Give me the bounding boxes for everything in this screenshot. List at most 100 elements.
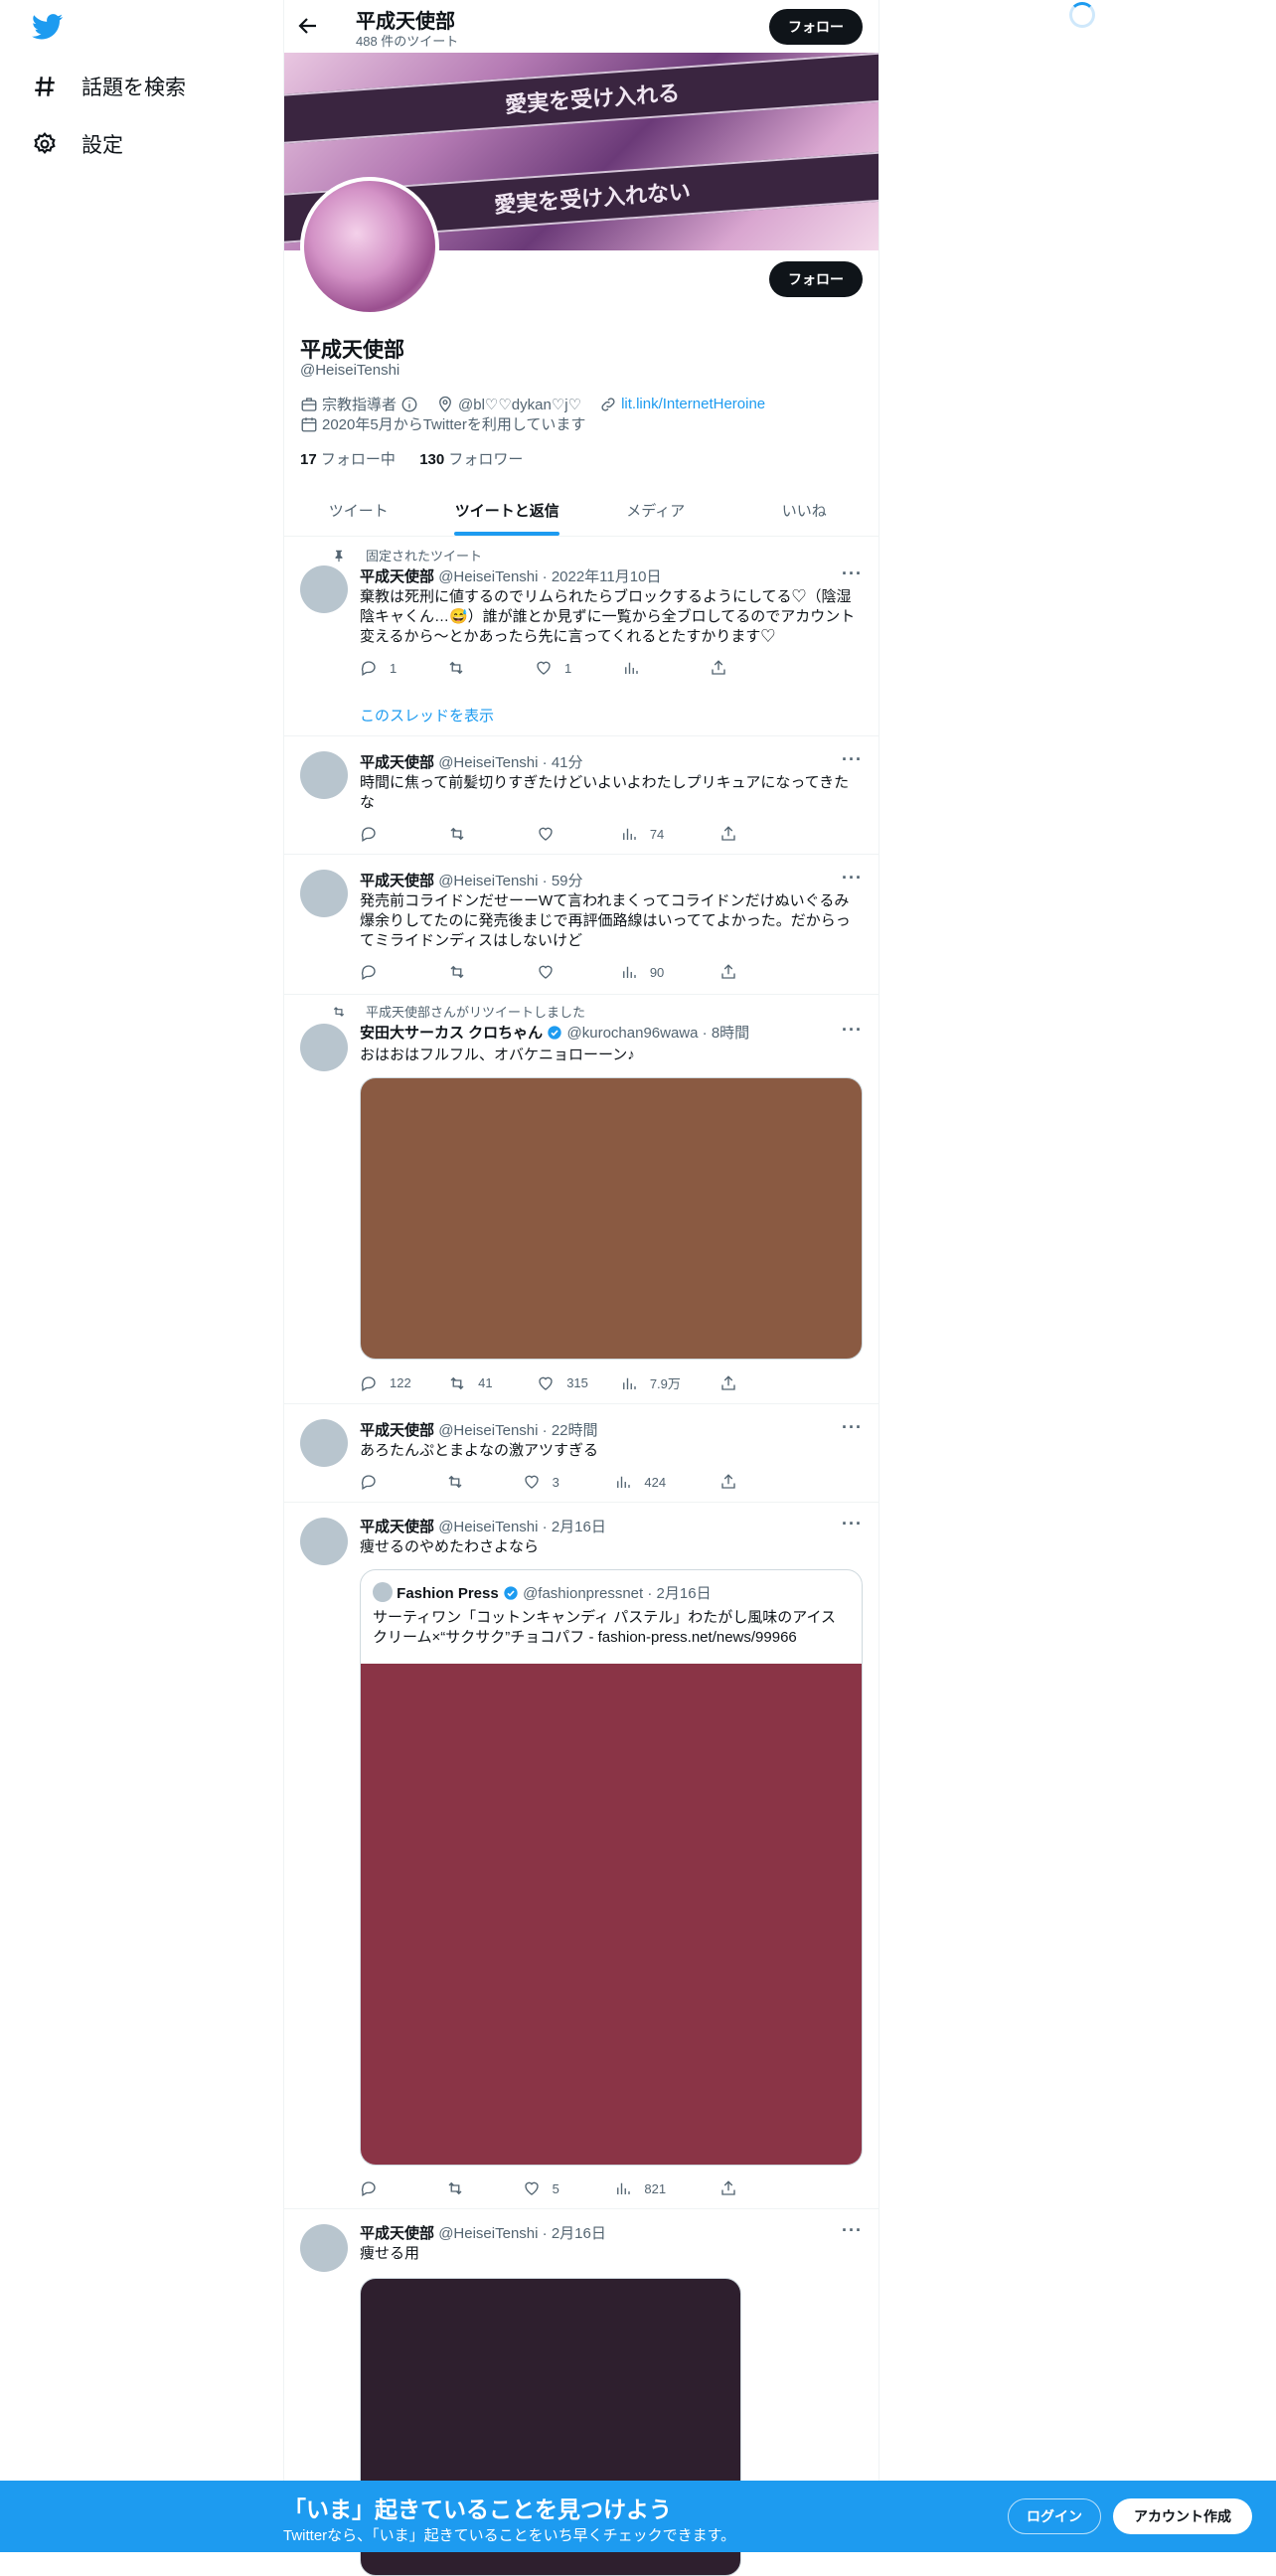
profile-follow-button[interactable]: フォロー <box>769 261 863 297</box>
tab-likes[interactable]: いいね <box>730 484 879 536</box>
reply-button[interactable] <box>360 2179 446 2197</box>
tab-tweets[interactable]: ツイート <box>284 484 433 536</box>
avatar[interactable] <box>300 1024 348 1071</box>
login-button[interactable]: ログイン <box>1008 2498 1101 2534</box>
tweet-author-name[interactable]: 平成天使部 <box>360 1422 434 1439</box>
avatar[interactable] <box>300 751 348 799</box>
tweet-author-handle[interactable]: @HeiseiTenshi <box>438 568 538 585</box>
tweet[interactable]: 固定されたツイート 平成天使部 @HeiseiTenshi · 2022年11月… <box>284 538 878 736</box>
reply-icon <box>361 661 376 676</box>
tweet-author-name[interactable]: 平成天使部 <box>360 2225 434 2242</box>
retweet-label[interactable]: 平成天使部さんがリツイートしました <box>366 1002 585 1021</box>
like-button[interactable] <box>537 963 620 981</box>
like-button[interactable]: 315 <box>537 1373 620 1392</box>
views-button[interactable]: 424 <box>614 1473 718 1491</box>
pinned-label: 固定されたツイート <box>366 549 483 564</box>
avatar[interactable] <box>300 870 348 917</box>
profile-link[interactable]: lit.link/InternetHeroine <box>621 396 765 412</box>
more-options-icon[interactable]: ··· <box>842 564 863 584</box>
retweet-button[interactable] <box>446 2179 522 2197</box>
reply-button[interactable] <box>360 963 448 981</box>
retweet-button[interactable] <box>447 659 535 677</box>
nav-item-explore[interactable]: 話題を検索 <box>32 72 186 101</box>
twitter-logo-icon[interactable] <box>32 14 64 40</box>
views-button[interactable]: 7.9万 <box>620 1373 719 1392</box>
more-options-icon[interactable]: ··· <box>842 2220 863 2241</box>
like-button[interactable] <box>537 825 620 843</box>
tweet-time[interactable]: 22時間 <box>552 1422 598 1439</box>
share-button[interactable] <box>719 825 817 843</box>
tweet-author-name[interactable]: 平成天使部 <box>360 1519 434 1535</box>
tweet-time[interactable]: 59分 <box>552 873 583 889</box>
share-button[interactable] <box>719 1473 817 1491</box>
avatar[interactable] <box>300 1419 348 1467</box>
like-button[interactable]: 5 <box>523 2179 615 2197</box>
tweet[interactable]: 平成天使部 @HeiseiTenshi · 2月16日 ··· 痩せるのやめたわ… <box>284 1504 878 2209</box>
share-button[interactable] <box>719 963 817 981</box>
tab-tweets-and-replies[interactable]: ツイートと返信 <box>433 484 582 536</box>
nav-item-settings[interactable]: 設定 <box>32 129 123 159</box>
more-options-icon[interactable]: ··· <box>842 1514 863 1534</box>
views-button[interactable]: 821 <box>614 2179 718 2197</box>
share-button[interactable] <box>710 659 797 677</box>
like-button[interactable]: 1 <box>535 659 622 677</box>
tweet-author-handle[interactable]: @HeiseiTenshi <box>438 1519 538 1535</box>
tweet-author-name[interactable]: 平成天使部 <box>360 873 434 889</box>
more-options-icon[interactable]: ··· <box>842 749 863 770</box>
retweet-button[interactable]: 41 <box>448 1373 537 1392</box>
like-button[interactable]: 3 <box>523 1473 615 1491</box>
share-icon <box>712 660 725 675</box>
signup-button[interactable]: アカウント作成 <box>1113 2498 1252 2534</box>
views-button[interactable]: 74 <box>620 825 719 843</box>
views-button[interactable] <box>622 659 710 677</box>
tweet-author-handle[interactable]: @HeiseiTenshi <box>438 754 538 771</box>
tweet-time[interactable]: 2月16日 <box>552 2225 606 2242</box>
tweet[interactable]: 平成天使部 @HeiseiTenshi · 41分 ··· 時間に焦って前髪切り… <box>284 737 878 855</box>
tweet-media-image[interactable] <box>360 1077 863 1360</box>
retweet-button[interactable] <box>448 825 537 843</box>
more-options-icon[interactable]: ··· <box>842 1417 863 1438</box>
reply-button[interactable]: 122 <box>360 1373 448 1392</box>
tweet-author-handle[interactable]: @kurochan96wawa <box>567 1025 699 1042</box>
following-stat[interactable]: 17 フォロー中 <box>300 451 396 468</box>
tab-media[interactable]: メディア <box>581 484 730 536</box>
tweet-author-name[interactable]: 安田大サーカス クロちゃん <box>360 1025 543 1042</box>
quote-text: サーティワン「コットンキャンディ パステル」わたがし風味のアイスクリーム×“サク… <box>373 1609 837 1646</box>
avatar[interactable] <box>300 2224 348 2272</box>
views-button[interactable]: 90 <box>620 963 719 981</box>
tweet-time[interactable]: 2022年11月10日 <box>552 568 662 585</box>
tweet[interactable]: 平成天使部 @HeiseiTenshi · 59分 ··· 発売前コライドンだせ… <box>284 856 878 995</box>
avatar[interactable] <box>300 1518 348 1565</box>
reply-button[interactable] <box>360 825 448 843</box>
nav-item-label: 話題を検索 <box>81 77 186 99</box>
more-options-icon[interactable]: ··· <box>842 1020 863 1041</box>
tweet-author-name[interactable]: 平成天使部 <box>360 568 434 585</box>
reply-button[interactable]: 1 <box>360 659 447 677</box>
retweet-button[interactable] <box>448 963 537 981</box>
back-arrow-icon[interactable] <box>296 14 320 38</box>
profile-topbar: 平成天使部 488 件のツイート フォロー <box>284 0 878 53</box>
tweet-author-handle[interactable]: @HeiseiTenshi <box>438 2225 538 2242</box>
followers-stat[interactable]: 130 フォロワー <box>419 451 523 468</box>
tweet-author-handle[interactable]: @HeiseiTenshi <box>438 1422 538 1439</box>
reply-button[interactable] <box>360 1473 446 1491</box>
reply-icon <box>361 965 376 980</box>
more-options-icon[interactable]: ··· <box>842 868 863 888</box>
share-button[interactable] <box>719 1373 817 1392</box>
info-icon[interactable] <box>400 396 418 413</box>
avatar[interactable] <box>300 565 348 613</box>
tweet[interactable]: 平成天使部 @HeiseiTenshi · 22時間 ··· あろたんぷとまよな… <box>284 1405 878 1503</box>
tweet-time[interactable]: 8時間 <box>712 1025 749 1042</box>
tweet-author-name[interactable]: 平成天使部 <box>360 754 434 771</box>
tweet-actions: 3 424 <box>360 1473 817 1491</box>
show-thread-link[interactable]: このスレッドを表示 <box>360 705 494 725</box>
retweet-button[interactable] <box>446 1473 522 1491</box>
tweet-author-handle[interactable]: @HeiseiTenshi <box>438 873 538 889</box>
tweet[interactable]: 平成天使部さんがリツイートしました 安田大サーカス クロちゃん @kurocha… <box>284 996 878 1404</box>
tweet-time[interactable]: 2月16日 <box>552 1519 606 1535</box>
quoted-tweet[interactable]: Fashion Press @fashionpressnet · 2月16日 サ… <box>360 1569 863 2166</box>
profile-avatar[interactable] <box>300 177 439 316</box>
tweet-time[interactable]: 41分 <box>552 754 583 771</box>
share-button[interactable] <box>719 2179 817 2197</box>
topbar-follow-button[interactable]: フォロー <box>769 9 863 45</box>
